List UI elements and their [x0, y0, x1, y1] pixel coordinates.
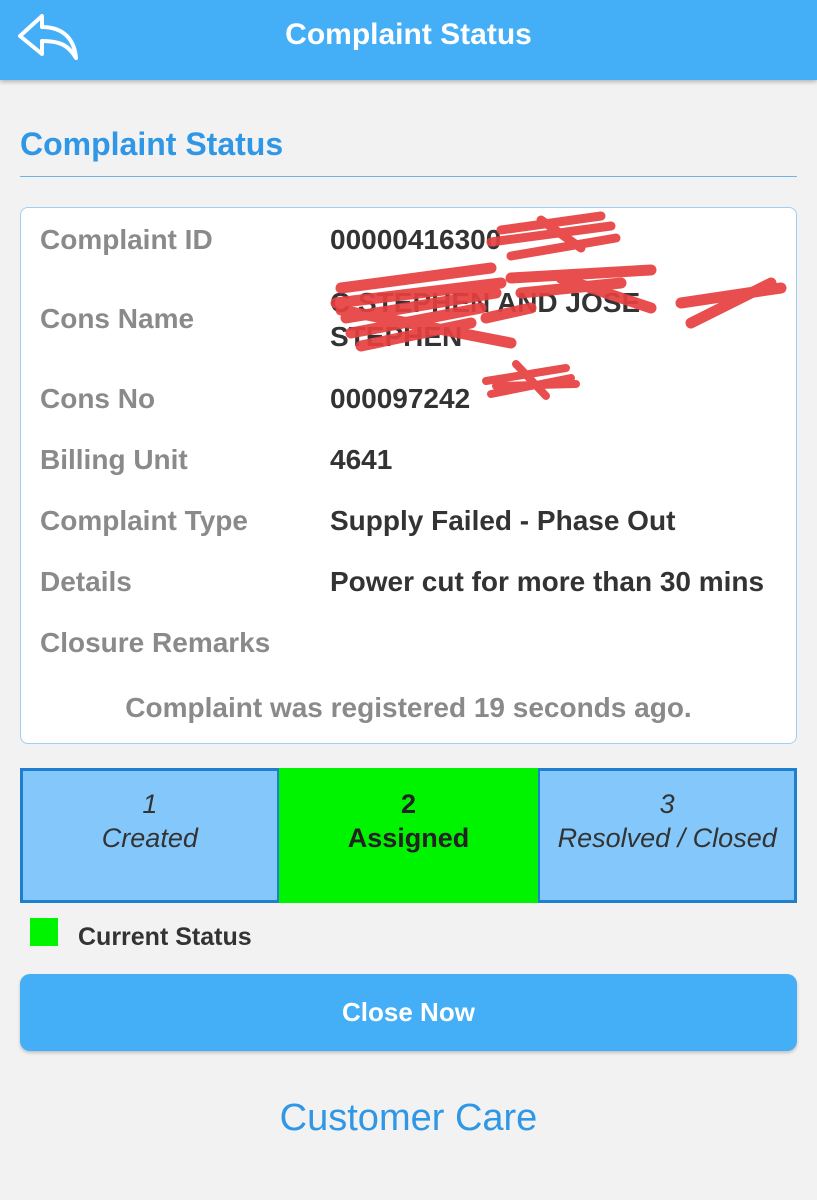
status-steps: 1 Created 2 Assigned 3 Resolved / Closed [20, 768, 798, 903]
redaction-scribble [482, 360, 580, 400]
close-now-button[interactable]: Close Now [20, 974, 797, 1051]
step-resolved-closed: 3 Resolved / Closed [538, 768, 798, 903]
registered-note: Complaint was registered 19 seconds ago. [125, 692, 692, 723]
step-assigned: 2 Assigned [278, 768, 539, 903]
step-label: Resolved / Closed [557, 823, 777, 853]
section-title: Complaint Status [20, 126, 284, 162]
complaint-type-value: Supply Failed - Phase Out [330, 505, 676, 536]
step-number: 2 [400, 789, 417, 819]
section-divider [20, 176, 797, 177]
step-label: Created [101, 823, 198, 853]
app-bar-title: Complaint Status [285, 18, 532, 51]
complaint-details-card: Complaint ID 00000416300 Cons Name C STE… [20, 207, 797, 744]
complaint-type-label: Complaint Type [40, 505, 248, 536]
redaction-scribble [330, 262, 787, 352]
legend-swatch [30, 918, 58, 946]
legend-label: Current Status [78, 923, 252, 951]
step-number: 3 [659, 789, 675, 819]
complaint-id-label: Complaint ID [40, 224, 213, 255]
step-number: 1 [142, 789, 158, 819]
closure-remarks-label: Closure Remarks [40, 627, 271, 658]
cons-name-label: Cons Name [40, 303, 195, 334]
app-bar: Complaint Status [0, 0, 817, 80]
details-value: Power cut for more than 30 mins [330, 566, 765, 597]
details-label: Details [40, 566, 132, 597]
customer-care-link[interactable]: Customer Care [0, 1097, 817, 1140]
cons-no-label: Cons No [40, 383, 156, 414]
step-label: Assigned [347, 823, 470, 853]
billing-unit-value: 4641 [330, 444, 393, 475]
billing-unit-label: Billing Unit [40, 444, 188, 475]
step-created: 1 Created [20, 768, 279, 903]
